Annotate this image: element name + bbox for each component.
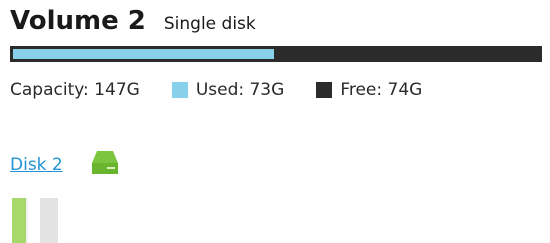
disk-slot-icon[interactable] [10, 196, 60, 243]
disk-link[interactable]: Disk 2 [10, 155, 63, 175]
volume-type-label: Single disk [163, 14, 256, 34]
hard-drive-icon [91, 150, 119, 176]
volume-header: Volume 2 Single disk [10, 6, 256, 42]
volume-usage-bar [10, 46, 542, 62]
capacity-text: Capacity: 147G [10, 80, 140, 100]
used-text: Used: 73G [195, 80, 285, 100]
legend-used: Used: 73G [171, 80, 285, 100]
volume-usage-fill [13, 49, 274, 59]
free-text: Free: 74G [340, 80, 423, 100]
disk-row: Disk 2 [10, 150, 119, 178]
volume-title: Volume 2 [10, 6, 146, 36]
legend-free: Free: 74G [316, 80, 422, 100]
capacity-summary: Capacity: 147G Used: 73G Free: 74G [10, 80, 422, 100]
free-swatch-icon [316, 82, 333, 98]
used-swatch-icon [171, 82, 188, 98]
